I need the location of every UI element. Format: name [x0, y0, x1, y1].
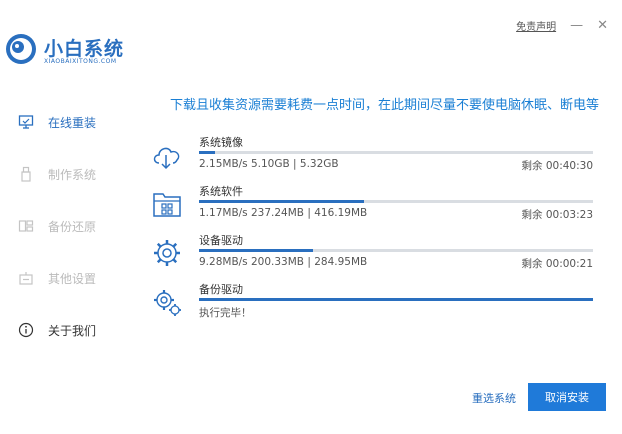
gears-icon	[154, 290, 181, 316]
sidebar-item-label: 其他设置	[48, 271, 97, 286]
task-remaining: 剩余 00:00:21	[521, 258, 594, 270]
progress-bar	[199, 298, 593, 301]
progress-bar	[199, 249, 593, 252]
task-name: 备份驱动	[199, 283, 243, 296]
sidebar-item-label: 制作系统	[48, 167, 97, 182]
app-subtitle: XIAOBAIXITONG.COM	[44, 58, 117, 65]
progress-fill	[199, 151, 215, 154]
sidebar-item-other-settings[interactable]: 其他设置	[0, 252, 130, 304]
download-task-row: 备份驱动 执行完毕！	[150, 281, 595, 327]
progress-fill	[199, 249, 314, 252]
gear-icon	[154, 240, 180, 266]
sidebar: 在线重装 制作系统 备份还原 其他设置 关于我们	[0, 96, 130, 356]
app-window-icon	[153, 193, 181, 217]
progress-bar	[199, 151, 593, 154]
page-headline: 下载且收集资源需要耗费一点时间，在此期间尽量不要使电脑休眠、断电等	[170, 98, 600, 113]
sidebar-item-label: 关于我们	[48, 323, 97, 338]
task-stats: 9.28MB/s 200.33MB | 284.95MB	[199, 256, 368, 268]
sidebar-item-about-us[interactable]: 关于我们	[0, 304, 130, 356]
progress-bar	[199, 200, 593, 203]
settings-box-icon	[18, 270, 34, 286]
download-task-row: 设备驱动 9.28MB/s 200.33MB | 284.95MB 剩余 00:…	[150, 232, 595, 278]
task-stats: 1.17MB/s 237.24MB | 416.19MB	[199, 207, 368, 219]
close-button[interactable]: ✕	[597, 19, 608, 32]
disclaimer-link[interactable]: 免责声明	[516, 18, 556, 33]
sidebar-item-online-reinstall[interactable]: 在线重装	[0, 96, 130, 148]
sidebar-item-make-system[interactable]: 制作系统	[0, 148, 130, 200]
progress-fill	[199, 200, 365, 203]
reselect-system-link[interactable]: 重选系统	[472, 390, 516, 406]
app-logo: 小白系统 XIAOBAIXITONG.COM	[4, 30, 164, 74]
monitor-icon	[18, 114, 34, 130]
app-title: 小白系统	[44, 38, 125, 60]
task-status: 执行完毕！	[199, 307, 252, 319]
task-remaining: 剩余 00:40:30	[521, 160, 594, 172]
title-bar-controls: 免责声明 — ✕	[516, 18, 608, 34]
minimize-button[interactable]: —	[570, 19, 583, 32]
download-task-row: 系统镜像 2.15MB/s 5.10GB | 5.32GB 剩余 00:40:3…	[150, 134, 595, 180]
sidebar-item-backup-restore[interactable]: 备份还原	[0, 200, 130, 252]
task-remaining: 剩余 00:03:23	[521, 209, 594, 221]
usb-icon	[18, 166, 34, 182]
cancel-install-button[interactable]: 取消安装	[528, 383, 606, 411]
logo-icon	[6, 34, 36, 64]
info-icon	[18, 322, 34, 338]
download-task-row: 系统软件 1.17MB/s 237.24MB | 416.19MB 剩余 00:…	[150, 183, 595, 229]
sidebar-item-label: 备份还原	[48, 219, 97, 234]
sidebar-item-label: 在线重装	[48, 115, 97, 130]
task-name: 系统镜像	[199, 136, 243, 149]
backup-icon	[18, 218, 34, 234]
task-name: 系统软件	[199, 185, 243, 198]
cloud-download-icon	[153, 147, 180, 170]
task-name: 设备驱动	[199, 234, 243, 247]
progress-fill	[199, 298, 593, 301]
task-stats: 2.15MB/s 5.10GB | 5.32GB	[199, 158, 339, 170]
